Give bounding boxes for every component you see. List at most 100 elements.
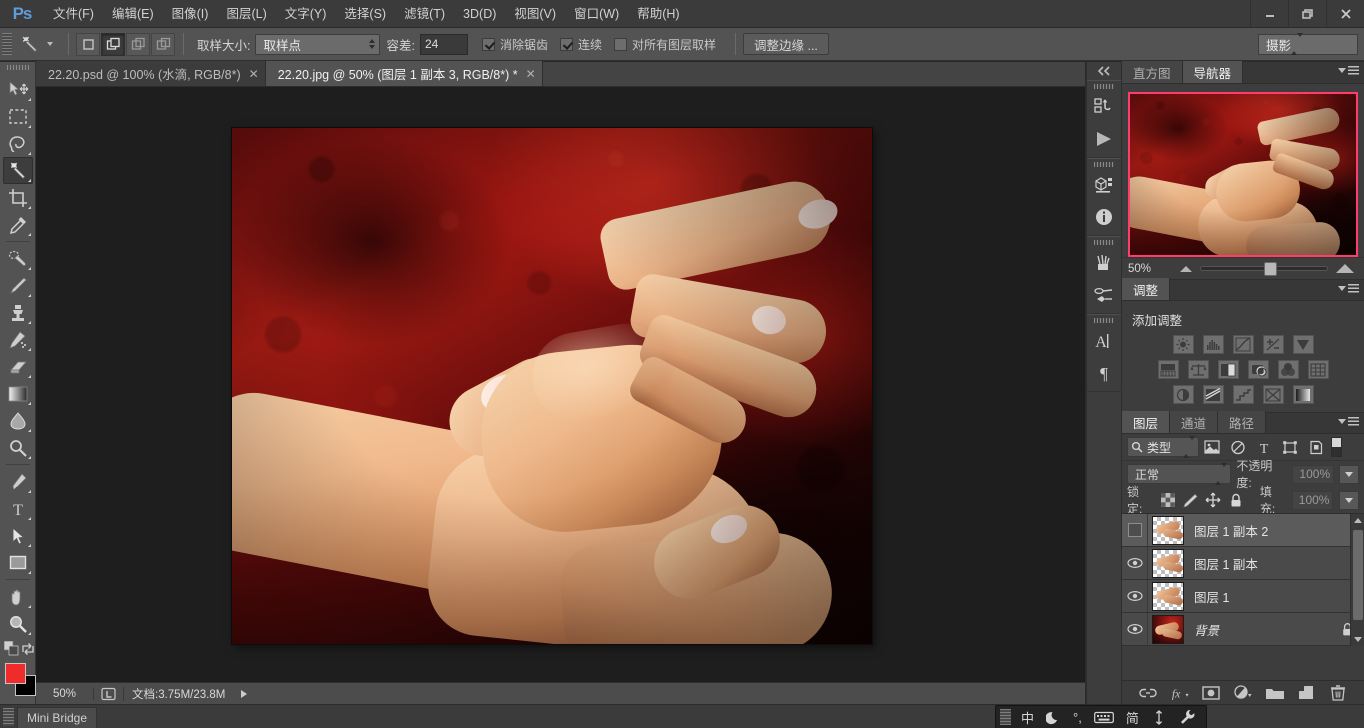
tab-adjustments[interactable]: 调整 bbox=[1122, 278, 1171, 300]
fill-value[interactable]: 100% bbox=[1292, 490, 1334, 510]
lock-image-icon[interactable] bbox=[1182, 492, 1199, 509]
rail-grip[interactable] bbox=[1094, 162, 1114, 167]
tools-panel-grip[interactable] bbox=[0, 65, 35, 76]
channel-mixer-icon[interactable] bbox=[1277, 360, 1299, 379]
brightness-contrast-icon[interactable] bbox=[1172, 335, 1194, 354]
slider-thumb[interactable] bbox=[1264, 262, 1277, 276]
fill-dropdown-icon[interactable] bbox=[1339, 490, 1359, 510]
document-canvas[interactable] bbox=[232, 128, 872, 644]
info-panel-icon[interactable] bbox=[1087, 201, 1121, 233]
table-row[interactable]: 图层 1 bbox=[1122, 580, 1364, 613]
opacity-value[interactable]: 100% bbox=[1292, 464, 1335, 484]
menu-type[interactable]: 文字(Y) bbox=[276, 0, 336, 28]
ime-mode-chinese[interactable]: 中 bbox=[1015, 708, 1040, 727]
menu-help[interactable]: 帮助(H) bbox=[628, 0, 688, 28]
actions-panel-icon[interactable] bbox=[1087, 123, 1121, 155]
rail-grip[interactable] bbox=[1094, 318, 1114, 323]
pen-tool[interactable] bbox=[3, 468, 33, 495]
doc-size-icon[interactable] bbox=[94, 686, 124, 701]
threshold-icon[interactable] bbox=[1232, 385, 1254, 404]
options-bar-grip[interactable] bbox=[2, 33, 12, 55]
layer-thumbnail[interactable] bbox=[1152, 614, 1184, 644]
curves-icon[interactable] bbox=[1232, 335, 1254, 354]
scroll-up-icon[interactable] bbox=[1354, 518, 1362, 523]
close-icon[interactable]: ✕ bbox=[249, 67, 259, 81]
tab-histogram[interactable]: 直方图 bbox=[1122, 61, 1183, 83]
ime-moon-icon[interactable] bbox=[1040, 710, 1067, 725]
scrollbar-thumb[interactable] bbox=[1353, 530, 1363, 620]
color-lookup-icon[interactable] bbox=[1307, 360, 1329, 379]
foreground-color-swatch[interactable] bbox=[5, 663, 26, 684]
workspace-select[interactable]: 摄影 bbox=[1258, 33, 1358, 55]
blend-mode-select[interactable]: 正常 bbox=[1127, 463, 1232, 485]
filter-enable-toggle[interactable] bbox=[1331, 437, 1342, 457]
eyedropper-tool[interactable] bbox=[3, 211, 33, 238]
mini-bridge-grip[interactable] bbox=[3, 707, 14, 726]
rectangle-tool[interactable] bbox=[3, 549, 33, 576]
eraser-tool[interactable] bbox=[3, 353, 33, 380]
filter-smartobject-icon[interactable] bbox=[1303, 436, 1329, 458]
filter-type-icon[interactable]: T bbox=[1251, 436, 1277, 458]
3d-panel-icon[interactable] bbox=[1087, 169, 1121, 201]
menu-select[interactable]: 选择(S) bbox=[335, 0, 395, 28]
filter-adjustment-icon[interactable] bbox=[1225, 436, 1251, 458]
black-white-icon[interactable] bbox=[1217, 360, 1239, 379]
path-selection-tool[interactable] bbox=[3, 522, 33, 549]
refine-edge-button[interactable]: 调整边缘 ... bbox=[743, 33, 829, 55]
spot-healing-brush-tool[interactable] bbox=[3, 245, 33, 272]
intersect-selection-button[interactable] bbox=[151, 32, 175, 56]
swap-colors-icon[interactable] bbox=[20, 641, 36, 657]
ime-keyboard-icon[interactable] bbox=[1088, 711, 1120, 724]
ime-settings-icon[interactable] bbox=[1173, 709, 1202, 725]
menu-window[interactable]: 窗口(W) bbox=[565, 0, 628, 28]
zoom-level[interactable]: 50% bbox=[36, 687, 94, 700]
panel-menu-icon[interactable] bbox=[1338, 66, 1359, 75]
menu-file[interactable]: 文件(F) bbox=[44, 0, 103, 28]
dodge-tool[interactable] bbox=[3, 434, 33, 461]
sample-all-layers-checkbox[interactable] bbox=[614, 37, 627, 51]
canvas-area[interactable] bbox=[36, 87, 1085, 682]
new-group-button[interactable] bbox=[1265, 683, 1285, 703]
lasso-tool[interactable] bbox=[3, 130, 33, 157]
move-tool[interactable] bbox=[3, 76, 33, 103]
gradient-map-icon[interactable] bbox=[1292, 385, 1314, 404]
lock-all-icon[interactable] bbox=[1227, 492, 1244, 509]
filter-shape-icon[interactable] bbox=[1277, 436, 1303, 458]
zoom-out-icon[interactable] bbox=[1180, 265, 1192, 272]
tab-navigator[interactable]: 导航器 bbox=[1182, 61, 1244, 83]
new-layer-button[interactable] bbox=[1296, 683, 1316, 703]
sample-all-layers-checkbox-wrap[interactable]: 对所有图层取样 bbox=[614, 36, 716, 53]
color-balance-icon[interactable] bbox=[1187, 360, 1209, 379]
menu-edit[interactable]: 编辑(E) bbox=[103, 0, 163, 28]
layer-visibility-toggle[interactable] bbox=[1122, 613, 1148, 645]
paragraph-panel-icon[interactable]: ¶ bbox=[1087, 357, 1121, 389]
document-tab-jpg[interactable]: 22.20.jpg @ 50% (图层 1 副本 3, RGB/8*) * ✕ bbox=[265, 61, 543, 86]
zoom-in-icon[interactable] bbox=[1336, 264, 1354, 273]
delete-layer-button[interactable] bbox=[1328, 683, 1348, 703]
tool-presets-panel-icon[interactable] bbox=[1087, 279, 1121, 311]
antialias-checkbox[interactable] bbox=[481, 37, 495, 51]
layer-style-button[interactable]: fx bbox=[1170, 683, 1190, 703]
magic-wand-tool[interactable] bbox=[2, 157, 33, 184]
posterize-icon[interactable] bbox=[1202, 385, 1224, 404]
zoom-tool[interactable] bbox=[3, 610, 33, 637]
menu-3d[interactable]: 3D(D) bbox=[454, 0, 505, 28]
table-row[interactable]: 图层 1 副本 bbox=[1122, 547, 1364, 580]
crop-tool[interactable] bbox=[3, 184, 33, 211]
vibrance-icon[interactable] bbox=[1292, 335, 1314, 354]
add-mask-button[interactable] bbox=[1201, 683, 1221, 703]
close-icon[interactable]: ✕ bbox=[526, 67, 536, 81]
menu-filter[interactable]: 滤镜(T) bbox=[395, 0, 454, 28]
history-brush-tool[interactable] bbox=[3, 326, 33, 353]
tab-paths[interactable]: 路径 bbox=[1218, 411, 1267, 433]
rail-grip[interactable] bbox=[1094, 84, 1114, 89]
layer-visibility-toggle[interactable] bbox=[1122, 547, 1148, 579]
default-colors-icon[interactable] bbox=[4, 641, 20, 657]
status-expand-icon[interactable] bbox=[241, 689, 248, 698]
history-panel-icon[interactable] bbox=[1087, 91, 1121, 123]
hue-saturation-icon[interactable] bbox=[1157, 360, 1179, 379]
layer-thumbnail[interactable] bbox=[1152, 515, 1184, 545]
exposure-icon[interactable] bbox=[1262, 335, 1284, 354]
navigator-thumbnail[interactable] bbox=[1128, 92, 1358, 257]
layer-visibility-toggle[interactable] bbox=[1122, 580, 1148, 612]
